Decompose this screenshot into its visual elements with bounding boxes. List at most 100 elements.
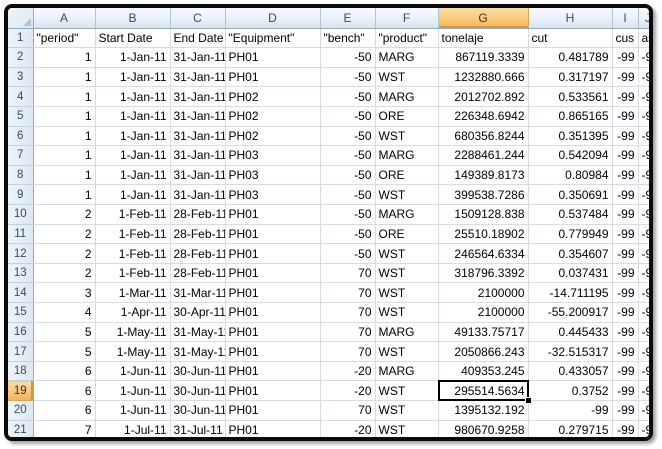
cell-B2[interactable]: 1-Jan-11 — [95, 48, 170, 68]
cell-J14[interactable]: -99 — [638, 283, 653, 303]
cell-A20[interactable]: 6 — [33, 401, 95, 421]
cell-B15[interactable]: 1-Apr-11 — [95, 303, 170, 323]
cell-E18[interactable]: -20 — [320, 361, 375, 381]
cell-D18[interactable]: PH01 — [225, 361, 320, 381]
cell-J9[interactable]: -99 — [638, 185, 653, 205]
cell-I19[interactable]: -99 — [612, 381, 638, 401]
cell-A2[interactable]: 1 — [33, 48, 95, 68]
cell-H11[interactable]: 0.779949 — [528, 224, 612, 244]
cell-A1[interactable]: "period" — [33, 28, 95, 48]
cell-C8[interactable]: 31-Jan-11 — [170, 165, 225, 185]
cell-F11[interactable]: ORE — [375, 224, 438, 244]
cell-A17[interactable]: 5 — [33, 342, 95, 362]
cell-E15[interactable]: 70 — [320, 303, 375, 323]
cell-I2[interactable]: -99 — [612, 48, 638, 68]
cell-E14[interactable]: 70 — [320, 283, 375, 303]
cell-G12[interactable]: 246564.6334 — [438, 244, 528, 264]
cell-C3[interactable]: 31-Jan-11 — [170, 67, 225, 87]
cell-F9[interactable]: WST — [375, 185, 438, 205]
cell-G14[interactable]: 2100000 — [438, 283, 528, 303]
cell-G17[interactable]: 2050866.243 — [438, 342, 528, 362]
cell-H3[interactable]: 0.317197 — [528, 67, 612, 87]
cell-J8[interactable]: -99 — [638, 165, 653, 185]
cell-C14[interactable]: 31-Mar-11 — [170, 283, 225, 303]
column-header-H[interactable]: H — [528, 8, 612, 28]
cell-D2[interactable]: PH01 — [225, 48, 320, 68]
cell-A10[interactable]: 2 — [33, 204, 95, 224]
cell-H8[interactable]: 0.80984 — [528, 165, 612, 185]
row-header-11[interactable]: 11 — [8, 224, 33, 244]
cell-H18[interactable]: 0.433057 — [528, 361, 612, 381]
cell-H16[interactable]: 0.445433 — [528, 322, 612, 342]
cell-B19[interactable]: 1-Jun-11 — [95, 381, 170, 401]
cell-E19[interactable]: -20 — [320, 381, 375, 401]
cell-E3[interactable]: -50 — [320, 67, 375, 87]
cell-H1[interactable]: cut — [528, 28, 612, 48]
cell-B5[interactable]: 1-Jan-11 — [95, 106, 170, 126]
cell-J6[interactable]: -99 — [638, 126, 653, 146]
cell-A7[interactable]: 1 — [33, 146, 95, 166]
cell-I9[interactable]: -99 — [612, 185, 638, 205]
cell-I13[interactable]: -99 — [612, 263, 638, 283]
cell-A16[interactable]: 5 — [33, 322, 95, 342]
cell-E1[interactable]: "bench" — [320, 28, 375, 48]
cell-I3[interactable]: -99 — [612, 67, 638, 87]
cell-C19[interactable]: 30-Jun-11 — [170, 381, 225, 401]
cell-C16[interactable]: 31-May-11 — [170, 322, 225, 342]
row-header-2[interactable]: 2 — [8, 48, 33, 68]
cell-A13[interactable]: 2 — [33, 263, 95, 283]
cell-F19[interactable]: WST — [375, 381, 438, 401]
cell-B10[interactable]: 1-Feb-11 — [95, 204, 170, 224]
row-header-21[interactable]: 21 — [8, 420, 33, 440]
cell-G16[interactable]: 49133.75717 — [438, 322, 528, 342]
cell-J1[interactable]: as — [638, 28, 653, 48]
cell-B11[interactable]: 1-Feb-11 — [95, 224, 170, 244]
row-header-14[interactable]: 14 — [8, 283, 33, 303]
cell-B16[interactable]: 1-May-11 — [95, 322, 170, 342]
cell-J10[interactable]: -99 — [638, 204, 653, 224]
row-header-1[interactable]: 1 — [8, 28, 33, 48]
cell-F6[interactable]: WST — [375, 126, 438, 146]
cell-G5[interactable]: 226348.6942 — [438, 106, 528, 126]
cell-F2[interactable]: MARG — [375, 48, 438, 68]
cell-J20[interactable]: -99 — [638, 401, 653, 421]
cell-D10[interactable]: PH01 — [225, 204, 320, 224]
cell-F14[interactable]: WST — [375, 283, 438, 303]
cell-F20[interactable]: WST — [375, 401, 438, 421]
cell-G18[interactable]: 409353.245 — [438, 361, 528, 381]
cell-D14[interactable]: PH01 — [225, 283, 320, 303]
cell-F1[interactable]: "product" — [375, 28, 438, 48]
cell-A4[interactable]: 1 — [33, 87, 95, 107]
cell-G20[interactable]: 1395132.192 — [438, 401, 528, 421]
cell-D1[interactable]: "Equipment" — [225, 28, 320, 48]
row-header-13[interactable]: 13 — [8, 263, 33, 283]
cell-D3[interactable]: PH01 — [225, 67, 320, 87]
cell-E13[interactable]: 70 — [320, 263, 375, 283]
cell-G1[interactable]: tonelaje — [438, 28, 528, 48]
cell-H19[interactable]: 0.3752 — [528, 381, 612, 401]
cell-E2[interactable]: -50 — [320, 48, 375, 68]
cell-G2[interactable]: 867119.3339 — [438, 48, 528, 68]
row-header-9[interactable]: 9 — [8, 185, 33, 205]
cell-J21[interactable]: -99 — [638, 420, 653, 440]
cell-E16[interactable]: 70 — [320, 322, 375, 342]
cell-F10[interactable]: MARG — [375, 204, 438, 224]
cell-J18[interactable]: -99 — [638, 361, 653, 381]
cell-H6[interactable]: 0.351395 — [528, 126, 612, 146]
cell-J2[interactable]: -99 — [638, 48, 653, 68]
cell-A9[interactable]: 1 — [33, 185, 95, 205]
cell-F21[interactable]: WST — [375, 420, 438, 440]
cell-J4[interactable]: -99 — [638, 87, 653, 107]
cell-A12[interactable]: 2 — [33, 244, 95, 264]
row-header-16[interactable]: 16 — [8, 322, 33, 342]
cell-D15[interactable]: PH01 — [225, 303, 320, 323]
cell-C1[interactable]: End Date — [170, 28, 225, 48]
cell-B18[interactable]: 1-Jun-11 — [95, 361, 170, 381]
cell-D8[interactable]: PH03 — [225, 165, 320, 185]
cell-B21[interactable]: 1-Jul-11 — [95, 420, 170, 440]
column-header-A[interactable]: A — [33, 8, 95, 28]
cell-D6[interactable]: PH02 — [225, 126, 320, 146]
cell-H5[interactable]: 0.865165 — [528, 106, 612, 126]
column-header-E[interactable]: E — [320, 8, 375, 28]
cell-G6[interactable]: 680356.8244 — [438, 126, 528, 146]
